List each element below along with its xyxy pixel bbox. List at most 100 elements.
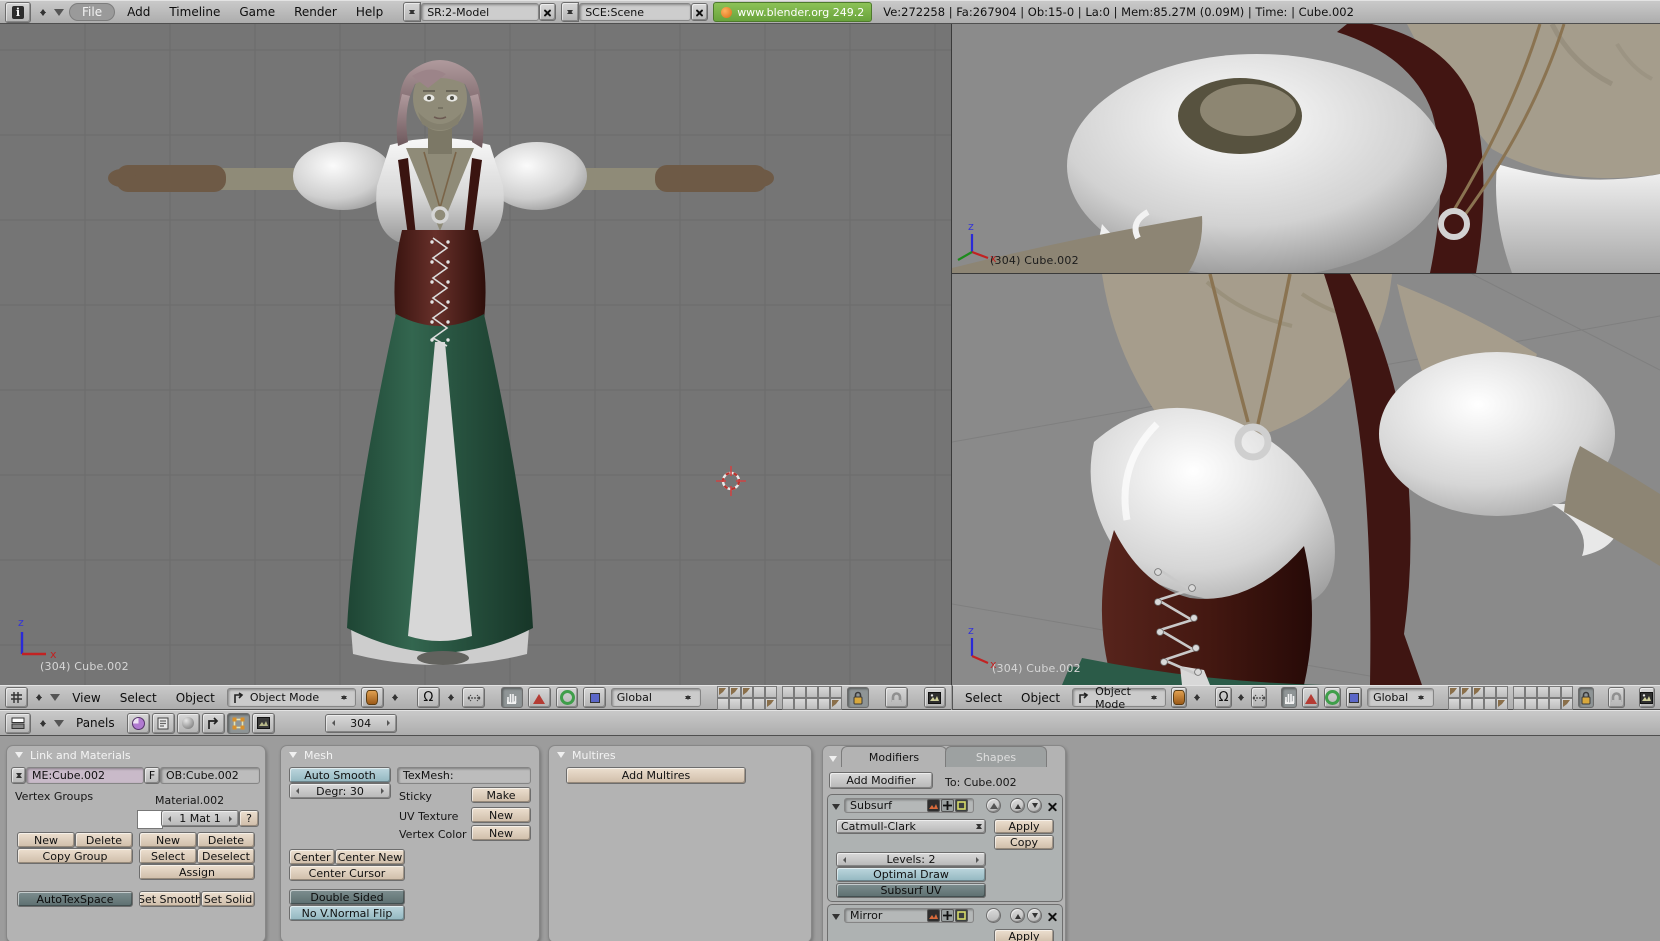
vertex-color-new-button[interactable]: New [471,825,531,841]
screen-close-icon[interactable] [539,3,556,21]
scene-selector[interactable]: SCE:Scene [579,3,691,21]
draw-type-stepper[interactable] [1192,689,1201,706]
fake-user-button[interactable]: F [144,767,160,784]
transform-orientation-dropdown[interactable]: Global [611,688,701,707]
set-solid-button[interactable]: Set Solid [201,891,255,907]
menu-object[interactable]: Object [1014,691,1067,705]
transform-orientation-dropdown[interactable]: Global [1367,688,1434,707]
menu-select[interactable]: Select [958,691,1009,705]
subsurf-uv-toggle[interactable]: Subsurf UV [836,883,986,898]
rotate-manipulator-button[interactable] [556,687,579,708]
vgroup-new-button[interactable]: New [17,832,75,848]
scale-manipulator-button[interactable] [583,687,606,708]
pivot-button[interactable]: Ω [417,687,440,708]
mode-dropdown[interactable]: Object Mode [1072,688,1166,707]
scale-manipulator-button[interactable] [1346,687,1362,708]
material-index-field[interactable]: 1 Mat 1 [161,810,239,827]
add-multires-button[interactable]: Add Multires [566,767,746,784]
manipulator-toggle-button[interactable] [1281,687,1297,708]
move-modifier-up-button[interactable] [1010,908,1025,923]
material-delete-button[interactable]: Delete [197,832,255,848]
editmode-visibility-icon[interactable] [955,909,968,922]
delete-modifier-icon[interactable] [1044,797,1061,814]
menu-add[interactable]: Add [120,5,157,19]
object-context-button[interactable] [202,713,225,734]
snap-button[interactable] [1608,687,1624,708]
no-vnormal-flip-toggle[interactable]: No V.Normal Flip [289,905,405,921]
editmode-visibility-icon[interactable] [955,799,968,812]
center-cursor-button[interactable]: Center Cursor [289,865,405,881]
menu-game[interactable]: Game [232,5,282,19]
panels-menu[interactable]: Panels [69,716,122,730]
menu-render[interactable]: Render [287,5,344,19]
layer-group-1[interactable] [1448,686,1508,710]
realtime-visibility-icon[interactable] [941,799,954,812]
move-modifier-down-button[interactable] [1027,798,1042,813]
proportional-edit-button[interactable] [462,687,485,708]
tab-shapes[interactable]: Shapes [945,746,1047,767]
material-help-button[interactable]: ? [239,810,259,827]
draw-type-stepper[interactable] [389,689,402,706]
render-visibility-icon[interactable] [927,909,940,922]
rotate-manipulator-button[interactable] [1324,687,1341,708]
header-menu-collapse-icon[interactable] [54,720,64,732]
material-new-button[interactable]: New [139,832,197,848]
collapse-icon[interactable] [829,756,837,766]
modifier-collapse-icon[interactable] [832,804,840,814]
panel-header[interactable]: Mesh [281,746,539,764]
snap-button[interactable] [885,687,908,708]
panel-header[interactable]: Multires [549,746,811,764]
editor-type-stepper[interactable] [33,689,46,706]
lock-layers-button[interactable] [1578,687,1594,708]
editor-type-stepper[interactable] [36,715,49,732]
material-deselect-button[interactable]: Deselect [197,848,255,864]
uv-new-button[interactable]: New [471,807,531,823]
double-sided-toggle[interactable]: Double Sided [289,889,405,905]
optimal-draw-toggle[interactable]: Optimal Draw [836,867,986,882]
texmesh-field[interactable]: TexMesh: [397,767,531,784]
scene-context-button[interactable] [252,713,275,734]
center-button[interactable]: Center [289,849,335,865]
mesh-browse-button[interactable] [11,767,26,784]
set-smooth-button[interactable]: Set Smooth [139,891,201,907]
menu-select[interactable]: Select [113,691,164,705]
copy-modifier-button[interactable]: Copy [994,835,1054,850]
menu-timeline[interactable]: Timeline [162,5,227,19]
shading-context-button[interactable] [177,713,200,734]
object-name-field[interactable]: OB:Cube.002 [160,767,260,784]
panel-header[interactable]: Link and Materials [7,746,265,764]
translate-manipulator-button[interactable] [528,687,551,708]
subdivision-type-dropdown[interactable]: Catmull-Clark [836,819,986,834]
material-color-swatch[interactable] [137,810,163,829]
sticky-make-button[interactable]: Make [471,787,531,803]
auto-smooth-toggle[interactable]: Auto Smooth [289,767,391,783]
header-collapse-icon[interactable] [54,9,64,21]
header-menu-collapse-icon[interactable] [50,694,60,706]
render-visibility-icon[interactable] [927,799,940,812]
material-select-button[interactable]: Select [139,848,197,864]
apply-modifier-button[interactable]: Apply [994,929,1054,941]
move-modifier-up-button[interactable] [1010,798,1025,813]
logic-context-button[interactable] [127,713,150,734]
viewport-front[interactable]: z x (304) Cube.002 [0,24,951,685]
menu-object[interactable]: Object [169,691,222,705]
autotexspace-toggle[interactable]: AutoTexSpace [17,891,133,907]
draw-type-button[interactable] [1171,687,1187,708]
script-context-button[interactable] [152,713,175,734]
layer-group-2[interactable] [782,686,842,710]
render-preview-button[interactable] [1639,687,1655,708]
viewport-closeup-torso[interactable]: z x (304) Cube.002 [952,274,1660,685]
mode-dropdown[interactable]: Object Mode [227,688,356,707]
screen-stepper[interactable] [403,2,421,22]
editor-type-button[interactable]: i [5,2,31,23]
pivot-stepper[interactable] [445,689,458,706]
move-modifier-down-button[interactable] [1027,908,1042,923]
viewport-closeup-shoulder[interactable]: z x (304) Cube.002 [952,24,1660,273]
add-modifier-button[interactable]: Add Modifier [829,772,933,789]
layer-group-1[interactable] [717,686,777,710]
translate-manipulator-button[interactable] [1302,687,1318,708]
realtime-visibility-icon[interactable] [941,909,954,922]
material-assign-button[interactable]: Assign [139,864,255,880]
pivot-stepper[interactable] [1237,689,1246,706]
menu-help[interactable]: Help [349,5,390,19]
